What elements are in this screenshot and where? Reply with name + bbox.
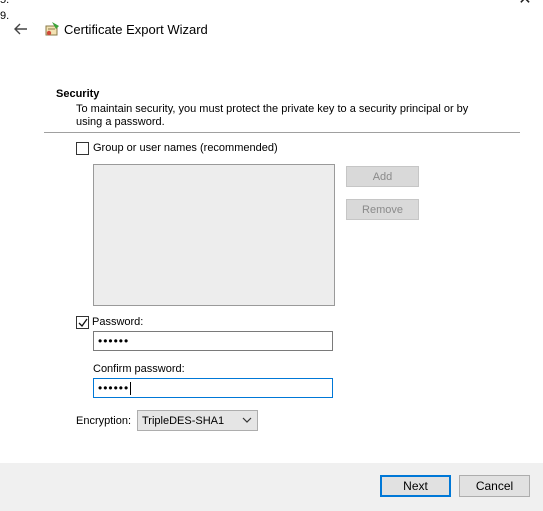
- remove-button[interactable]: Remove: [346, 199, 419, 220]
- group-or-user-checkbox[interactable]: [76, 142, 89, 155]
- security-heading: Security: [56, 88, 100, 100]
- chevron-down-icon: [242, 417, 252, 423]
- password-input[interactable]: ••••••: [93, 331, 333, 351]
- text-caret: [130, 381, 132, 395]
- checkmark-icon: [78, 318, 88, 327]
- certificate-wizard-icon: [43, 20, 61, 38]
- confirm-password-value: ••••••: [98, 381, 130, 395]
- add-button[interactable]: Add: [346, 166, 419, 187]
- close-icon[interactable]: ✕: [517, 0, 533, 8]
- partial-text-second: 9.: [0, 10, 10, 22]
- wizard-title: Certificate Export Wizard: [64, 22, 208, 37]
- section-divider: [44, 132, 520, 133]
- partial-text-top: 5.: [0, 0, 10, 6]
- next-button[interactable]: Next: [380, 475, 451, 497]
- back-arrow-icon[interactable]: [12, 20, 30, 38]
- cancel-button[interactable]: Cancel: [459, 475, 530, 497]
- encryption-selected-value: TripleDES-SHA1: [142, 414, 225, 427]
- confirm-password-label: Confirm password:: [93, 363, 185, 375]
- password-checkbox[interactable]: [76, 316, 89, 329]
- group-user-listbox[interactable]: [93, 164, 335, 306]
- password-value: ••••••: [98, 334, 130, 348]
- security-description: To maintain security, you must protect t…: [76, 103, 469, 128]
- confirm-password-input[interactable]: ••••••: [93, 378, 333, 398]
- group-or-user-label[interactable]: Group or user names (recommended): [93, 142, 278, 154]
- password-label[interactable]: Password:: [92, 316, 143, 328]
- encryption-label: Encryption:: [76, 415, 132, 427]
- encryption-select[interactable]: TripleDES-SHA1: [137, 410, 258, 431]
- certificate-export-wizard-window: 5. 9. ✕ Certificate Export Wizard Securi…: [0, 0, 543, 511]
